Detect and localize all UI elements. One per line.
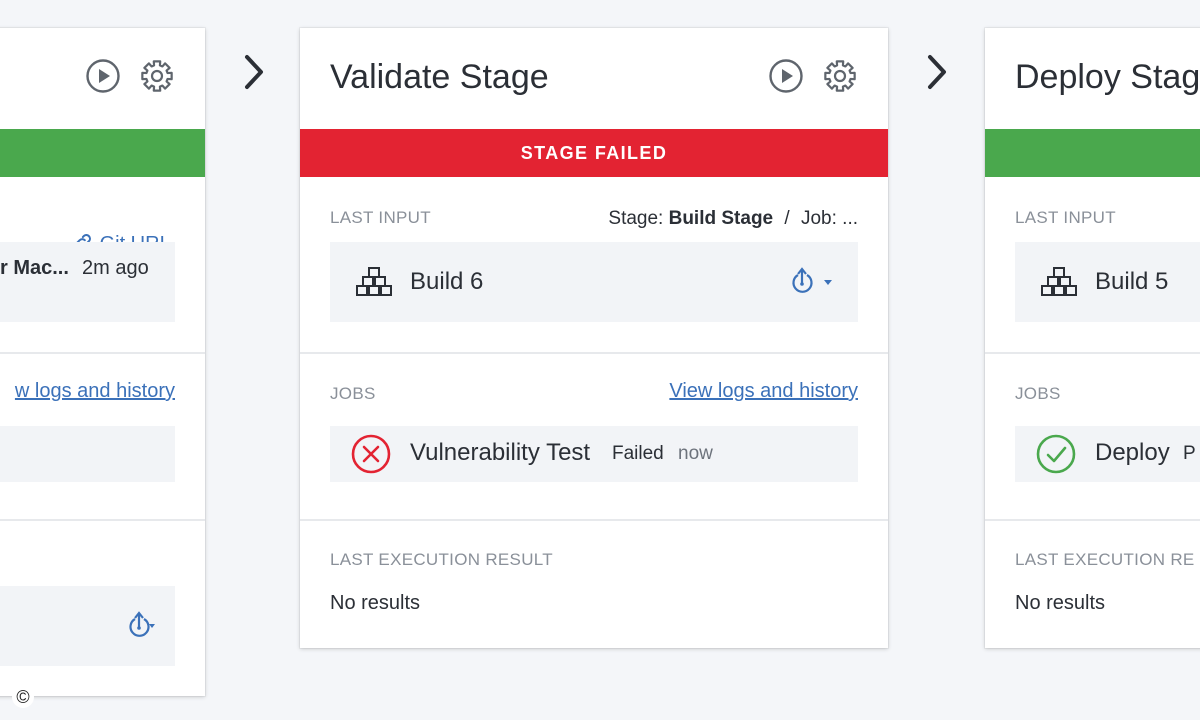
divider <box>985 519 1200 521</box>
divider <box>0 352 205 354</box>
divider <box>985 352 1200 354</box>
caret-down-icon <box>824 280 832 285</box>
stage-status-bar <box>0 129 205 177</box>
last-execution-value: No results <box>330 592 421 614</box>
card-header: Deploy Stag <box>985 28 1200 129</box>
job-status: Failed <box>612 443 664 464</box>
input-stage-prefix: Stage: <box>608 208 664 229</box>
build-blocks-icon <box>356 267 392 296</box>
input-source: Stage: Build Stage / Job: ... <box>608 208 858 230</box>
stage-status-bar: STAGE FAILED <box>300 129 888 177</box>
success-check-icon <box>1036 434 1076 474</box>
gear-icon[interactable] <box>822 58 858 94</box>
job-status: P <box>1183 443 1196 464</box>
input-job: Job: ... <box>800 208 858 229</box>
jobs-label: JOBS <box>1015 384 1061 403</box>
last-input-panel: Build 6 <box>330 242 858 322</box>
job-time: now <box>678 443 713 464</box>
input-separator: / <box>784 208 790 229</box>
input-build-name: Build 5 <box>1095 268 1169 295</box>
divider <box>300 519 888 521</box>
redeploy-icon[interactable] <box>123 610 155 642</box>
stage-title: Validate Stage <box>330 58 549 96</box>
last-input-label: LAST INPUT <box>1015 208 1116 227</box>
last-input-panel: r Mac... 2m ago <box>0 242 175 322</box>
chevron-right-icon <box>245 55 263 89</box>
execution-panel <box>0 586 175 666</box>
error-circle-icon <box>351 434 391 474</box>
commit-text: r Mac... <box>0 257 69 279</box>
deploy-stage-card: Deploy Stag S LAST INPUT Build 5 JOBS De… <box>985 28 1200 648</box>
view-logs-link[interactable]: View logs and history <box>669 380 858 403</box>
gear-icon[interactable] <box>139 58 175 94</box>
build-stage-card: Git URL r Mac... 2m ago w logs and histo… <box>0 28 205 696</box>
job-name: Deploy <box>1095 439 1170 466</box>
job-name: Vulnerability Test <box>410 439 591 466</box>
card-header: Validate Stage <box>300 28 888 129</box>
last-input-label: LAST INPUT <box>330 208 431 227</box>
stage-actions <box>85 58 175 94</box>
play-icon[interactable] <box>768 58 804 94</box>
redeploy-icon[interactable] <box>786 266 838 298</box>
chevron-right-icon <box>928 55 946 89</box>
jobs-panel <box>0 426 175 482</box>
input-build-name: Build 6 <box>410 268 484 295</box>
job-row[interactable]: Deploy P <box>1015 426 1200 482</box>
stage-title: Deploy Stag <box>1015 58 1200 96</box>
build-blocks-icon <box>1041 267 1077 296</box>
job-row[interactable]: Vulnerability Test Failed now <box>330 426 858 482</box>
play-icon[interactable] <box>85 58 121 94</box>
input-stage-name: Build Stage <box>668 208 774 229</box>
divider <box>300 352 888 354</box>
last-execution-label: LAST EXECUTION RESULT <box>330 550 553 569</box>
last-execution-value: No results <box>1015 592 1106 614</box>
commit-time: 2m ago <box>82 257 149 279</box>
view-logs-link[interactable]: w logs and history <box>15 380 175 403</box>
divider <box>0 519 205 521</box>
validate-stage-card: Validate Stage STAGE FAILED LAST INPUT S… <box>300 28 888 648</box>
last-input-panel: Build 5 <box>1015 242 1200 322</box>
copyright-mark: © <box>12 686 34 708</box>
last-execution-label: LAST EXECUTION RE <box>1015 550 1195 569</box>
stage-status-bar: S <box>985 129 1200 177</box>
stage-actions <box>768 58 858 94</box>
jobs-label: JOBS <box>330 384 376 403</box>
